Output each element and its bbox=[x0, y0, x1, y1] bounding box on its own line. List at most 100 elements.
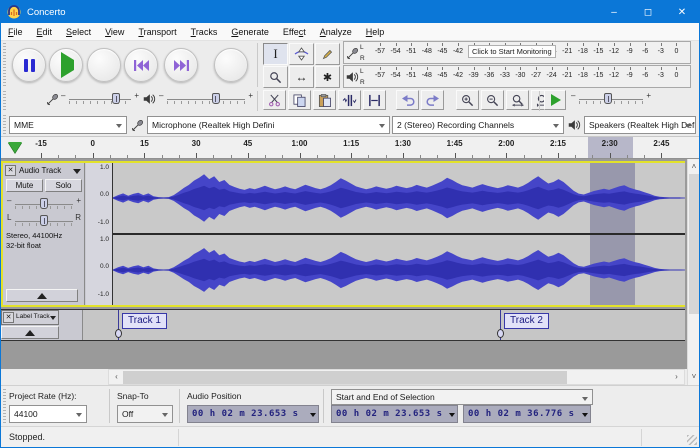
vertical-scroll-thumb[interactable] bbox=[689, 174, 700, 314]
window-title: Concerto bbox=[27, 7, 66, 18]
zoom-in-button[interactable] bbox=[456, 90, 479, 110]
project-rate-select[interactable]: 44100 bbox=[9, 405, 87, 423]
menu-view[interactable]: View bbox=[98, 25, 131, 39]
record-button[interactable] bbox=[214, 48, 248, 82]
audio-position-field[interactable]: 00 h 02 m 23.653 s bbox=[187, 405, 319, 423]
track-menu-arrow-icon[interactable] bbox=[73, 169, 81, 174]
fit-selection-button[interactable] bbox=[506, 90, 529, 110]
menu-transport[interactable]: Transport bbox=[131, 25, 183, 39]
play-button[interactable] bbox=[49, 48, 83, 82]
recording-volume-slider[interactable]: –+ bbox=[61, 91, 139, 107]
scroll-left-icon[interactable]: ‹ bbox=[110, 370, 123, 384]
selection-start-field[interactable]: 00 h 02 m 23.653 s bbox=[331, 405, 458, 423]
mute-button[interactable]: Mute bbox=[6, 179, 43, 192]
playback-volume-slider[interactable]: –+ bbox=[159, 91, 253, 107]
maximize-button[interactable]: ◻ bbox=[631, 1, 665, 23]
draw-tool[interactable] bbox=[315, 43, 340, 65]
redo-button[interactable] bbox=[421, 90, 444, 110]
menu-analyze[interactable]: Analyze bbox=[313, 25, 359, 39]
scroll-down-icon[interactable]: ˅ bbox=[688, 370, 700, 384]
plus-label: + bbox=[646, 91, 651, 100]
horizontal-scroll-thumb[interactable] bbox=[123, 371, 567, 384]
menu-edit[interactable]: Edit bbox=[30, 25, 60, 39]
chevron-down-icon bbox=[553, 124, 559, 128]
label-text-box[interactable]: Track 1 bbox=[122, 313, 167, 329]
zoom-out-button[interactable] bbox=[481, 90, 504, 110]
audio-track-title[interactable]: Audio Track bbox=[19, 166, 61, 175]
menu-generate[interactable]: Generate bbox=[224, 25, 276, 39]
play-speed-thumb[interactable] bbox=[604, 93, 612, 104]
recording-volume-thumb[interactable] bbox=[112, 93, 120, 104]
gain-slider[interactable]: –+ bbox=[7, 196, 81, 212]
timeline-minor-tick bbox=[627, 155, 628, 158]
collapse-track-button[interactable] bbox=[6, 289, 78, 302]
selection-tool[interactable]: I bbox=[263, 43, 288, 65]
skip-to-end-button[interactable] bbox=[164, 48, 198, 82]
scroll-up-icon[interactable]: ˄ bbox=[688, 160, 700, 174]
multi-tool[interactable]: ✱ bbox=[315, 66, 340, 88]
timeline-pin-button[interactable] bbox=[4, 139, 26, 156]
vertical-ruler[interactable]: 1.00.0-1.01.00.0-1.0 bbox=[86, 163, 113, 305]
transport-toolbar-grip[interactable] bbox=[3, 43, 6, 87]
label-text-box[interactable]: Track 2 bbox=[504, 313, 549, 329]
close-track-icon[interactable]: ✕ bbox=[3, 312, 14, 323]
timeshift-tool[interactable]: ↔ bbox=[289, 66, 314, 88]
selection-end-field[interactable]: 00 h 02 m 36.776 s bbox=[463, 405, 591, 423]
selection-mode-select[interactable]: Start and End of Selection bbox=[331, 389, 593, 405]
copy-button[interactable] bbox=[288, 90, 311, 110]
waveform-display[interactable] bbox=[113, 163, 685, 305]
selection-toolbar: Project Rate (Hz): 44100 Snap-To Off Aud… bbox=[1, 385, 699, 426]
skip-to-start-button[interactable] bbox=[124, 48, 158, 82]
horizontal-scrollbar[interactable]: ‹ › bbox=[108, 369, 685, 385]
play-speed-slider[interactable]: –+ bbox=[571, 91, 651, 107]
undo-button[interactable] bbox=[396, 90, 419, 110]
label-handle[interactable] bbox=[497, 329, 504, 338]
solo-button[interactable]: Solo bbox=[45, 179, 82, 192]
menu-effect[interactable]: Effect bbox=[276, 25, 313, 39]
title-bar[interactable]: Concerto – ◻ ✕ bbox=[1, 1, 699, 23]
envelope-tool[interactable] bbox=[289, 43, 314, 65]
snap-to-select[interactable]: Off bbox=[117, 405, 173, 423]
close-button[interactable]: ✕ bbox=[665, 1, 699, 23]
menu-help[interactable]: Help bbox=[359, 25, 392, 39]
stop-button[interactable] bbox=[87, 48, 121, 82]
play-at-speed-button[interactable] bbox=[544, 90, 566, 110]
playback-meter[interactable]: LR-57-54-51-48-45-42-39-36-33-30-27-24-2… bbox=[343, 65, 691, 88]
monitor-overlay[interactable]: Click to Start Monitoring bbox=[468, 45, 556, 58]
menu-file[interactable]: File bbox=[1, 25, 30, 39]
zoom-tool[interactable] bbox=[263, 66, 288, 88]
selection-toolbar-grip[interactable] bbox=[3, 389, 6, 423]
recording-channels-select[interactable]: 2 (Stereo) Recording Channels bbox=[392, 116, 564, 134]
cut-button[interactable] bbox=[263, 90, 286, 110]
device-toolbar-grip[interactable] bbox=[3, 115, 6, 135]
recording-device-select[interactable]: Microphone (Realtek High Defini bbox=[147, 116, 390, 134]
collapse-track-button[interactable] bbox=[1, 326, 59, 339]
vertical-scrollbar[interactable]: ˄ ˅ bbox=[687, 159, 700, 385]
audio-track[interactable]: ✕ Audio Track Mute Solo –+ LR Stereo, 44… bbox=[1, 161, 685, 307]
label-track[interactable]: ✕ Label Track Track 1 Track 2 bbox=[1, 309, 685, 341]
track-area[interactable]: ✕ Audio Track Mute Solo –+ LR Stereo, 44… bbox=[1, 159, 687, 369]
pan-thumb[interactable] bbox=[40, 215, 48, 226]
audio-host-select[interactable]: MME bbox=[9, 116, 127, 134]
recording-meter[interactable]: LR-57-54-51-48-45-42-39-36-33-30-27-24-2… bbox=[343, 41, 691, 64]
mixer-toolbar-grip[interactable] bbox=[3, 91, 6, 111]
scroll-right-icon[interactable]: › bbox=[670, 370, 683, 384]
meter-tick-mark bbox=[427, 43, 428, 46]
playback-volume-thumb[interactable] bbox=[212, 93, 220, 104]
label-track-title[interactable]: Label Track bbox=[16, 313, 50, 320]
playback-device-select[interactable]: Speakers (Realtek High Definiti bbox=[584, 116, 696, 134]
timeline-ruler[interactable]: -1501530451:001:151:301:452:002:152:302:… bbox=[1, 137, 699, 159]
pan-slider[interactable]: LR bbox=[7, 213, 81, 229]
trim-audio-button[interactable] bbox=[338, 90, 361, 110]
silence-audio-button[interactable] bbox=[363, 90, 386, 110]
close-track-icon[interactable]: ✕ bbox=[5, 165, 16, 176]
track-menu-arrow-icon[interactable] bbox=[50, 316, 56, 320]
resize-grip[interactable] bbox=[687, 435, 697, 445]
menu-tracks[interactable]: Tracks bbox=[184, 25, 225, 39]
label-handle[interactable] bbox=[115, 329, 122, 338]
gain-thumb[interactable] bbox=[40, 198, 48, 209]
menu-select[interactable]: Select bbox=[59, 25, 98, 39]
paste-button[interactable] bbox=[313, 90, 336, 110]
minimize-button[interactable]: – bbox=[597, 1, 631, 23]
pause-button[interactable] bbox=[12, 48, 46, 82]
